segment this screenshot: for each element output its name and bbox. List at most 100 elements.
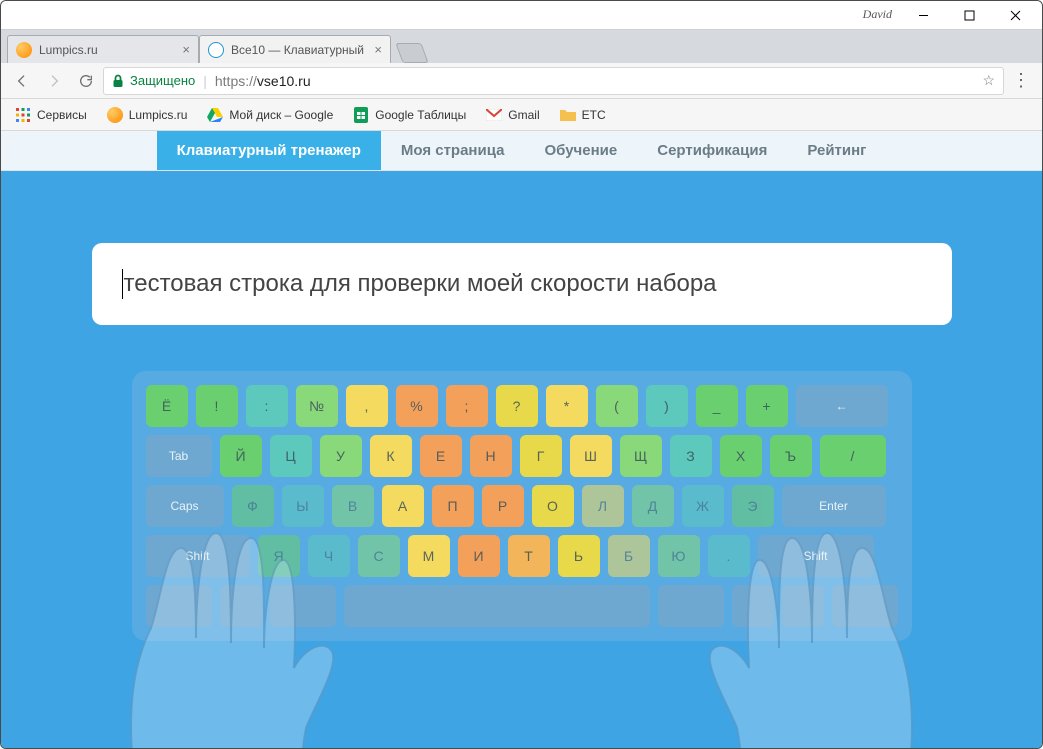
key[interactable]: М <box>408 535 450 577</box>
key[interactable]: Ж <box>682 485 724 527</box>
key-modifier[interactable] <box>658 585 724 627</box>
key[interactable]: . <box>708 535 750 577</box>
key[interactable]: : <box>246 385 288 427</box>
key[interactable]: В <box>332 485 374 527</box>
key[interactable]: Щ <box>620 435 662 477</box>
nav-forward-button[interactable] <box>39 66 69 96</box>
window-minimize-button[interactable] <box>900 1 946 29</box>
key[interactable]: Г <box>520 435 562 477</box>
key-modifier[interactable] <box>270 585 336 627</box>
nav-tab-mypage[interactable]: Моя страница <box>381 131 525 170</box>
window-maximize-button[interactable] <box>946 1 992 29</box>
key[interactable]: _ <box>696 385 738 427</box>
key[interactable]: С <box>358 535 400 577</box>
tab-close-icon[interactable]: × <box>374 42 382 57</box>
key-backspace[interactable]: ← <box>796 385 888 427</box>
key[interactable]: ; <box>446 385 488 427</box>
new-tab-button[interactable] <box>395 43 428 63</box>
key[interactable]: О <box>532 485 574 527</box>
bookmark-item[interactable]: ETC <box>552 103 614 127</box>
key[interactable]: Ъ <box>770 435 812 477</box>
browser-menu-button[interactable]: ⋮ <box>1006 70 1036 91</box>
key-shift[interactable]: Shift <box>146 535 250 577</box>
key[interactable]: Ф <box>232 485 274 527</box>
key[interactable]: Н <box>470 435 512 477</box>
key[interactable]: У <box>320 435 362 477</box>
key[interactable]: Ы <box>282 485 324 527</box>
drive-icon <box>207 107 223 123</box>
key-capslock[interactable]: Caps <box>146 485 224 527</box>
key-modifier[interactable] <box>832 585 898 627</box>
folder-icon <box>560 107 576 123</box>
key-shift[interactable]: Shift <box>758 535 874 577</box>
apps-grid-icon <box>15 107 31 123</box>
favicon-icon <box>107 107 123 123</box>
window-close-button[interactable] <box>992 1 1038 29</box>
favicon-icon <box>16 42 32 58</box>
bookmark-star-icon[interactable]: ☆ <box>982 72 995 89</box>
bookmark-item[interactable]: Lumpics.ru <box>99 103 196 127</box>
key-modifier[interactable] <box>782 585 824 627</box>
nav-tab-learning[interactable]: Обучение <box>524 131 637 170</box>
key[interactable]: Е <box>420 435 462 477</box>
bookmark-label: Google Таблицы <box>375 108 466 122</box>
key[interactable]: Т <box>508 535 550 577</box>
key[interactable]: , <box>346 385 388 427</box>
key[interactable]: К <box>370 435 412 477</box>
key-modifier[interactable] <box>220 585 262 627</box>
typing-input[interactable]: тестовая строка для проверки моей скорос… <box>92 243 952 325</box>
bookmark-item[interactable]: Google Таблицы <box>345 103 474 127</box>
nav-tab-trainer[interactable]: Клавиатурный тренажер <box>157 131 381 170</box>
key[interactable]: Й <box>220 435 262 477</box>
key[interactable]: П <box>432 485 474 527</box>
bookmark-label: Мой диск – Google <box>229 108 333 122</box>
key[interactable]: Ш <box>570 435 612 477</box>
key[interactable]: З <box>670 435 712 477</box>
key-tab[interactable]: Tab <box>146 435 212 477</box>
key-enter[interactable]: Enter <box>782 485 886 527</box>
bookmark-apps-button[interactable]: Сервисы <box>7 103 95 127</box>
key-modifier[interactable] <box>732 585 774 627</box>
key[interactable]: % <box>396 385 438 427</box>
key[interactable]: А <box>382 485 424 527</box>
key[interactable]: ! <box>196 385 238 427</box>
bookmark-item[interactable]: Мой диск – Google <box>199 103 341 127</box>
key-space[interactable] <box>344 585 650 627</box>
bookmark-item[interactable]: Gmail <box>478 103 547 127</box>
key[interactable]: * <box>546 385 588 427</box>
tab-close-icon[interactable]: × <box>182 42 190 57</box>
key[interactable]: Ё <box>146 385 188 427</box>
key[interactable]: Б <box>608 535 650 577</box>
nav-back-button[interactable] <box>7 66 37 96</box>
key[interactable]: № <box>296 385 338 427</box>
browser-tab[interactable]: 10 Все10 — Клавиатурный × <box>199 35 391 63</box>
key[interactable]: Э <box>732 485 774 527</box>
address-bar[interactable]: Защищено | https://vse10.ru ☆ <box>103 67 1004 95</box>
key[interactable]: Л <box>582 485 624 527</box>
window-titlebar: David <box>1 1 1042 30</box>
key[interactable]: Ю <box>658 535 700 577</box>
gmail-icon <box>486 107 502 123</box>
bookmark-label: Сервисы <box>37 108 87 122</box>
key[interactable]: ( <box>596 385 638 427</box>
key[interactable]: ? <box>496 385 538 427</box>
browser-tab[interactable]: Lumpics.ru × <box>7 35 199 63</box>
key[interactable]: Х <box>720 435 762 477</box>
browser-window: David Lumpics.ru × 10 Все10 — Клавиатурн… <box>0 0 1043 749</box>
key[interactable]: Ч <box>308 535 350 577</box>
key-modifier[interactable] <box>146 585 212 627</box>
key[interactable]: Я <box>258 535 300 577</box>
key[interactable]: Ц <box>270 435 312 477</box>
key[interactable]: Д <box>632 485 674 527</box>
key[interactable]: / <box>820 435 886 477</box>
tab-title: Все10 — Клавиатурный <box>231 43 364 57</box>
key[interactable]: Р <box>482 485 524 527</box>
nav-tab-certification[interactable]: Сертификация <box>637 131 787 170</box>
key[interactable]: И <box>458 535 500 577</box>
typing-text: тестовая строка для проверки моей скорос… <box>124 270 717 298</box>
key[interactable]: Ь <box>558 535 600 577</box>
key[interactable]: + <box>746 385 788 427</box>
nav-reload-button[interactable] <box>71 66 101 96</box>
key[interactable]: ) <box>646 385 688 427</box>
nav-tab-rating[interactable]: Рейтинг <box>787 131 886 170</box>
